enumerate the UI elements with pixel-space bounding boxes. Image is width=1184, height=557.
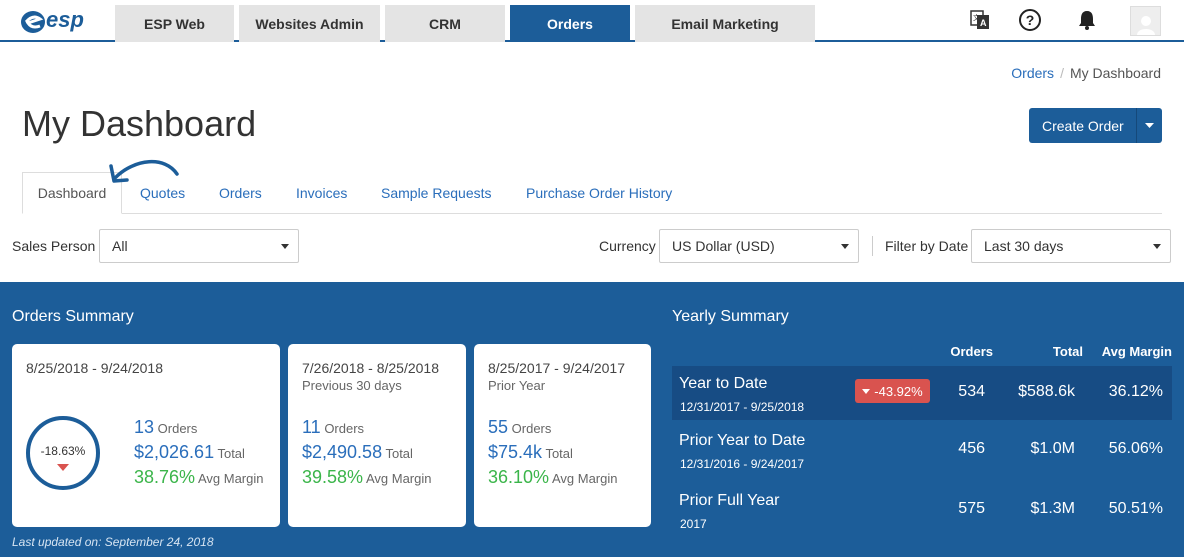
- orders-stat: 55 Orders: [488, 417, 552, 437]
- last-updated-text: Last updated on: September 24, 2018: [12, 535, 214, 549]
- breadcrumb: Orders / My Dashboard: [1011, 65, 1161, 81]
- create-order-label: Create Order: [1042, 117, 1124, 134]
- summary-card-prior-year: 8/25/2017 - 9/24/2017 Prior Year 55 Orde…: [474, 344, 651, 527]
- col-header-orders: Orders: [950, 344, 993, 359]
- chevron-down-icon: [1153, 244, 1161, 249]
- tab-orders[interactable]: Orders: [219, 172, 262, 214]
- chevron-down-icon: [281, 244, 289, 249]
- yearly-row-prior-ytd: Prior Year to Date 12/31/2016 - 9/24/201…: [672, 423, 1172, 477]
- col-header-avg-margin: Avg Margin: [1101, 344, 1172, 359]
- translate-icon[interactable]: A 文: [967, 7, 993, 33]
- row-total: $588.6k: [1018, 383, 1075, 400]
- orders-stat: 11 Orders: [302, 417, 365, 437]
- create-order-button[interactable]: Create Order: [1029, 108, 1162, 143]
- yearly-summary-title: Yearly Summary: [672, 308, 789, 325]
- trend-down-icon: [57, 464, 69, 471]
- total-stat: $75.4k Total: [488, 442, 573, 462]
- avatar-icon[interactable]: [1130, 6, 1161, 36]
- row-orders: 534: [958, 383, 985, 400]
- nav-tab-email-marketing[interactable]: Email Marketing: [635, 5, 815, 42]
- create-order-dropdown-toggle[interactable]: [1136, 108, 1162, 143]
- currency-select[interactable]: US Dollar (USD): [659, 229, 859, 263]
- svg-text:A: A: [980, 18, 987, 28]
- filter-date-label: Filter by Date: [885, 238, 969, 254]
- help-icon[interactable]: ?: [1017, 7, 1043, 33]
- orders-summary-title: Orders Summary: [12, 308, 134, 325]
- nav-tab-crm[interactable]: CRM: [385, 5, 505, 42]
- row-dates: 2017: [680, 517, 707, 531]
- total-stat: $2,026.61 Total: [134, 442, 245, 462]
- filter-date-value: Last 30 days: [984, 238, 1064, 254]
- margin-stat: 38.76% Avg Margin: [134, 467, 264, 487]
- orders-stat: 13 Orders: [134, 417, 198, 437]
- card-range: 7/26/2018 - 8/25/2018: [302, 360, 440, 376]
- breadcrumb-orders-link[interactable]: Orders: [1011, 65, 1054, 81]
- summary-card-current: 8/25/2018 - 9/24/2018 -18.63% 13 Orders …: [12, 344, 280, 527]
- row-dates: 12/31/2017 - 9/25/2018: [680, 400, 805, 414]
- margin-stat: 39.58% Avg Margin: [302, 467, 432, 487]
- change-badge: -43.92%: [855, 379, 930, 403]
- change-indicator: -18.63%: [26, 416, 100, 490]
- sales-person-select[interactable]: All: [99, 229, 299, 263]
- dashboard-tabs: Dashboard Quotes Orders Invoices Sample …: [22, 172, 1162, 214]
- card-subtitle: Prior Year: [488, 378, 546, 393]
- nav-tab-websites-admin[interactable]: Websites Admin: [239, 5, 380, 42]
- row-dates: 12/31/2016 - 9/24/2017: [680, 457, 805, 471]
- margin-stat: 36.10% Avg Margin: [488, 467, 618, 487]
- row-total: $1.0M: [1030, 440, 1075, 457]
- sales-person-value: All: [112, 238, 128, 254]
- annotation-arrow-icon: [109, 159, 179, 183]
- trend-down-icon: [862, 388, 871, 394]
- yearly-row-ytd: Year to Date 12/31/2017 - 9/25/2018 -43.…: [672, 366, 1172, 420]
- card-subtitle: Previous 30 days: [302, 378, 402, 393]
- card-range: 8/25/2018 - 9/24/2018: [26, 360, 164, 376]
- yearly-row-prior-full-year: Prior Full Year 2017 575 $1.3M 50.51%: [672, 483, 1172, 537]
- svg-text:?: ?: [1026, 12, 1035, 28]
- currency-label: Currency: [599, 238, 656, 254]
- card-range: 8/25/2017 - 9/24/2017: [488, 360, 626, 376]
- svg-text:esp: esp: [46, 7, 84, 32]
- caret-down-icon: [1145, 122, 1154, 128]
- sales-person-label: Sales Person: [12, 238, 96, 254]
- row-orders: 575: [958, 500, 985, 517]
- nav-tab-esp-web[interactable]: ESP Web: [115, 5, 234, 42]
- filter-divider: [872, 236, 873, 256]
- nav-tab-orders[interactable]: Orders: [510, 5, 630, 42]
- col-header-total: Total: [1052, 344, 1083, 359]
- summary-card-previous: 7/26/2018 - 8/25/2018 Previous 30 days 1…: [288, 344, 466, 527]
- row-orders: 456: [958, 440, 985, 457]
- row-margin: 56.06%: [1108, 440, 1163, 457]
- tab-purchase-order-history[interactable]: Purchase Order History: [526, 172, 672, 214]
- summary-panel: Orders Summary 8/25/2018 - 9/24/2018 -18…: [0, 282, 1184, 557]
- row-margin: 50.51%: [1108, 500, 1163, 517]
- filter-date-select[interactable]: Last 30 days: [971, 229, 1171, 263]
- row-label: Prior Year to Date: [679, 432, 806, 449]
- row-margin: 36.12%: [1108, 383, 1163, 400]
- esp-logo[interactable]: esp: [20, 5, 100, 37]
- svg-text:文: 文: [973, 13, 980, 22]
- breadcrumb-separator: /: [1060, 65, 1064, 81]
- breadcrumb-current: My Dashboard: [1069, 65, 1161, 81]
- tab-sample-requests[interactable]: Sample Requests: [381, 172, 492, 214]
- row-label: Year to Date: [679, 375, 768, 392]
- top-nav: esp ESP Web Websites Admin CRM Orders Em…: [0, 0, 1184, 42]
- change-percent: -18.63%: [40, 444, 86, 458]
- currency-value: US Dollar (USD): [672, 238, 775, 254]
- chevron-down-icon: [841, 244, 849, 249]
- row-label: Prior Full Year: [679, 492, 780, 509]
- page-title: My Dashboard: [22, 103, 257, 144]
- total-stat: $2,490.58 Total: [302, 442, 413, 462]
- bell-icon[interactable]: [1074, 7, 1100, 33]
- row-total: $1.3M: [1030, 500, 1075, 517]
- tab-invoices[interactable]: Invoices: [296, 172, 347, 214]
